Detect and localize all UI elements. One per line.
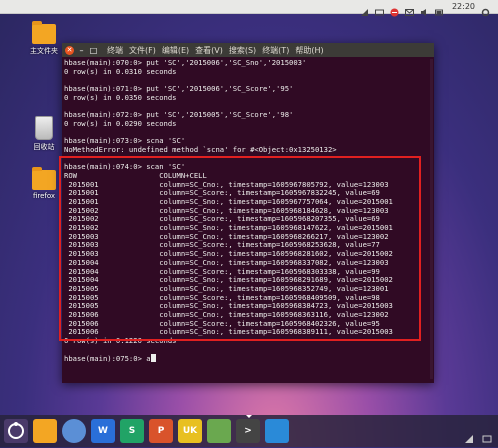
window-title: 终端	[107, 45, 123, 55]
wps-spreadsheet-icon[interactable]: S	[120, 419, 144, 443]
volume-icon[interactable]	[420, 2, 429, 16]
terminal-line: 0 row(s) in 0.0290 seconds	[64, 118, 177, 128]
terminal-line: 0 row(s) in 0.0310 seconds	[64, 66, 177, 76]
terminal-line: hbase(main):075:0> a	[64, 354, 432, 363]
menu-view[interactable]: 查看(V)	[195, 45, 223, 56]
software-center-icon[interactable]: UK	[178, 419, 202, 443]
dock-item-letter: UK	[182, 426, 198, 436]
browser-icon[interactable]	[62, 419, 86, 443]
clock[interactable]: 22:20	[452, 2, 475, 11]
mail-icon[interactable]	[404, 2, 414, 16]
taskbar: W S P UK >	[0, 415, 498, 447]
settings-icon[interactable]	[481, 2, 490, 17]
terminal-line: NoMethodError: undefined method `scna' f…	[64, 144, 337, 154]
wps-writer-icon[interactable]: W	[91, 419, 115, 443]
workspace-switcher-icon[interactable]	[265, 419, 289, 443]
files-folder-icon[interactable]	[33, 419, 57, 443]
desktop-home-folder[interactable]: 主文件夹	[26, 21, 62, 56]
desktop-icon-label: firefox	[32, 192, 56, 200]
network-tray-icon[interactable]	[464, 429, 474, 443]
desktop-icon-label: 主文件夹	[30, 47, 58, 55]
system-tray	[464, 429, 492, 443]
menu-help[interactable]: 帮助(H)	[295, 45, 323, 56]
network-icon[interactable]	[360, 2, 369, 16]
terminal-output[interactable]: hbase(main):070:0> put 'SC','2015006','S…	[62, 57, 434, 383]
minimize-icon[interactable]: –	[77, 46, 86, 55]
desktop-icon-label: 回收站	[33, 143, 55, 151]
wps-presentation-icon[interactable]: P	[149, 419, 173, 443]
show-desktop-icon[interactable]	[482, 429, 492, 443]
home-folder-icon	[32, 21, 56, 44]
menu-search[interactable]: 搜索(S)	[229, 45, 256, 56]
terminal-line: 0 row(s) in 0.0350 seconds	[64, 92, 177, 102]
dock-item-letter: S	[128, 426, 136, 436]
mail-client-icon[interactable]	[207, 419, 231, 443]
terminal-icon[interactable]: >	[236, 415, 260, 443]
terminal-window[interactable]: ✕ – □ 终端 文件(F) 编辑(E) 查看(V) 搜索(S) 终端(T) 帮…	[59, 43, 434, 383]
trash-icon	[35, 116, 53, 140]
cursor	[150, 354, 156, 363]
firefox-folder-icon	[32, 167, 56, 190]
battery-icon[interactable]	[434, 2, 444, 16]
keyboard-icon[interactable]	[374, 2, 384, 16]
maximize-icon[interactable]: □	[89, 46, 98, 55]
scrollbar[interactable]	[430, 59, 433, 379]
terminal-line: 6 row(s) in 0.1220 seconds	[64, 336, 177, 345]
power-off-icon[interactable]	[390, 2, 399, 17]
menu-terminal[interactable]: 终端(T)	[262, 45, 289, 56]
terminal-titlebar[interactable]: ✕ – □ 终端 文件(F) 编辑(E) 查看(V) 搜索(S) 终端(T) 帮…	[62, 43, 434, 57]
dock-item-letter: >	[244, 426, 252, 436]
dock-item-letter: P	[157, 426, 165, 436]
menu-file[interactable]: 文件(F)	[129, 45, 156, 56]
desktop-firefox-folder[interactable]: firefox	[26, 167, 62, 200]
close-icon[interactable]: ✕	[65, 45, 74, 55]
desktop-trash[interactable]: 回收站	[26, 116, 62, 152]
ubuntu-kylin-start-icon[interactable]	[4, 419, 28, 443]
menu-edit[interactable]: 编辑(E)	[162, 45, 189, 56]
top-panel: 22:20	[0, 0, 498, 17]
dock-item-letter: W	[98, 426, 108, 436]
